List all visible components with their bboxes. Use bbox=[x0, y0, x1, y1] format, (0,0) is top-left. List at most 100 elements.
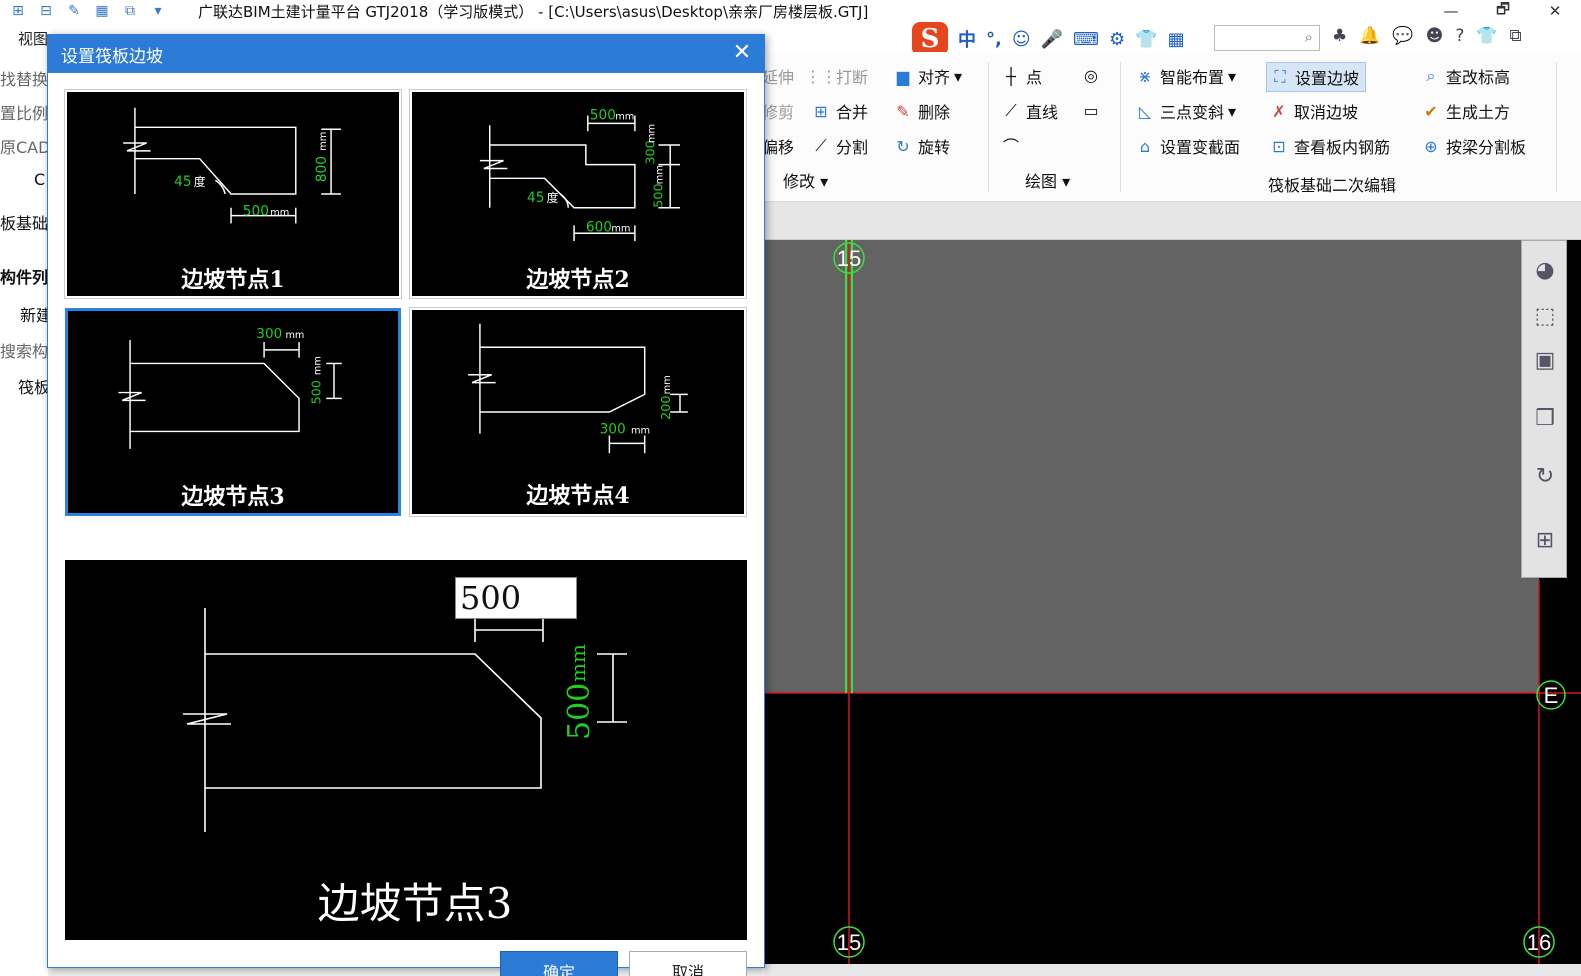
axis-label-15-bottom: 15 bbox=[837, 930, 861, 955]
ime-skin-icon[interactable]: 👕 bbox=[1135, 29, 1157, 50]
left-item-cad[interactable]: 原CAD bbox=[0, 134, 48, 158]
drawing-canvas[interactable]: 15 15 16 E bbox=[765, 240, 1581, 964]
three-point-slope-button[interactable]: ◺ 三点变斜 ▾ bbox=[1134, 99, 1236, 123]
group-label-modify[interactable]: 修改 ▾ bbox=[783, 168, 828, 192]
dialog-close-button[interactable]: ✕ bbox=[730, 42, 754, 64]
left-item-find-replace[interactable]: 找替换 bbox=[0, 66, 48, 90]
raft-slab-region[interactable] bbox=[765, 240, 1539, 693]
slope-node-3-option[interactable]: 300 mm 500 mm 边坡节点3 bbox=[65, 308, 401, 516]
left-item-c[interactable]: C bbox=[34, 170, 48, 189]
top-view-icon[interactable]: ▣ bbox=[1528, 345, 1562, 375]
set-section-button[interactable]: ⌂ 设置变截面 bbox=[1134, 134, 1240, 158]
group-label-draw[interactable]: 绘图 ▾ bbox=[1025, 168, 1070, 192]
circle-button[interactable]: ◎ bbox=[1080, 64, 1102, 86]
window-mode-icon[interactable]: ⧉ bbox=[1510, 26, 1522, 46]
left-tab-raft-foundation[interactable]: 板基础 bbox=[0, 210, 48, 234]
sogou-logo-icon[interactable]: S bbox=[912, 22, 948, 56]
status-bar bbox=[765, 964, 1581, 976]
layer-view-icon[interactable]: ⊞ bbox=[1528, 525, 1562, 555]
left-panel-component-list: 构件列 bbox=[0, 268, 48, 287]
box-view-icon[interactable]: ❒ bbox=[1528, 403, 1562, 433]
merge-button[interactable]: ⊞ 合并 bbox=[810, 99, 868, 123]
ribbon-separator bbox=[988, 62, 989, 192]
align-button[interactable]: ▆ 对齐 ▾ bbox=[892, 64, 962, 88]
svg-text:度: 度 bbox=[547, 191, 559, 205]
dropdown-icon: ▾ bbox=[954, 66, 963, 86]
left-search-input[interactable]: 搜索构 bbox=[0, 338, 48, 362]
slope-node-2-option[interactable]: 500 mm 300 mm 500 mm 600 mm 45 度 边坡节点2 bbox=[409, 89, 747, 299]
left-new-button[interactable]: 新建 bbox=[20, 302, 48, 326]
canvas-tab-strip bbox=[765, 202, 1581, 240]
delete-button[interactable]: ✎ 删除 bbox=[892, 99, 950, 123]
close-window-button[interactable]: ✕ bbox=[1529, 0, 1581, 22]
ribbon-separator bbox=[1556, 62, 1557, 192]
3d-view-icon[interactable]: ⬚ bbox=[1528, 301, 1562, 331]
tree-item-raft[interactable]: 筏板 bbox=[18, 374, 48, 398]
line-button[interactable]: ⟋ 直线 bbox=[1000, 99, 1058, 123]
view-rebar-button[interactable]: ⊡ 查看板内钢筋 bbox=[1268, 134, 1390, 158]
slope-value-input[interactable] bbox=[455, 577, 577, 619]
left-item-set-scale[interactable]: 置比例 bbox=[0, 100, 48, 124]
rotate-view-icon[interactable]: ↻ bbox=[1528, 461, 1562, 491]
quick-access-icon[interactable]: ▦ bbox=[92, 2, 112, 20]
ime-menu-icon[interactable]: ▦ bbox=[1168, 29, 1185, 50]
title-bar: ⊞ ⊟ ✎ ▦ ⧉ ▾ 广联达BIM土建计量平台 GTJ2018（学习版模式） … bbox=[0, 0, 1581, 22]
svg-text:度: 度 bbox=[194, 175, 206, 189]
generate-earthwork-icon: ✔ bbox=[1424, 101, 1438, 121]
assistant-icon[interactable]: ☻ bbox=[1426, 26, 1444, 46]
check-elevation-button[interactable]: ⌕ 查改标高 bbox=[1420, 64, 1511, 88]
rotate-button[interactable]: ↻ 旋转 bbox=[892, 134, 950, 158]
quick-access-icon[interactable]: ⊞ bbox=[8, 2, 28, 20]
cancel-button[interactable]: 取消 bbox=[629, 951, 747, 976]
arc-button[interactable]: ⌒ bbox=[1000, 134, 1022, 156]
offset-button[interactable]: 偏移 bbox=[762, 134, 794, 158]
svg-text:200: 200 bbox=[659, 396, 674, 420]
axis-label-15-top: 15 bbox=[837, 246, 861, 271]
search-input[interactable]: ⌕ bbox=[1214, 25, 1320, 51]
generate-earthwork-button[interactable]: ✔ 生成土方 bbox=[1420, 99, 1510, 123]
split-icon: ⟋ bbox=[815, 136, 827, 155]
ime-emoji-icon[interactable]: ☺ bbox=[1012, 29, 1031, 50]
app-logo-icon[interactable]: ♣ bbox=[1332, 26, 1347, 46]
ime-chinese-mode[interactable]: 中 bbox=[958, 26, 976, 52]
slope-node-1-option[interactable]: 45 度 500 mm 800 mm 边坡节点1 bbox=[64, 89, 402, 299]
svg-text:500: 500 bbox=[308, 380, 323, 404]
set-slope-button[interactable]: ⛶ 设置边坡 bbox=[1266, 62, 1367, 92]
ok-button[interactable]: 确定 bbox=[500, 951, 618, 976]
ime-punctuation-icon[interactable]: °, bbox=[986, 29, 1002, 50]
restore-button[interactable]: 🗗 bbox=[1477, 0, 1529, 22]
quick-access-icon[interactable]: ⊟ bbox=[36, 2, 56, 20]
smart-layout-button[interactable]: ⋇ 智能布置 ▾ bbox=[1134, 64, 1236, 88]
set-section-icon: ⌂ bbox=[1139, 136, 1151, 156]
point-button[interactable]: ┼ 点 bbox=[1000, 64, 1042, 88]
svg-text:mm: mm bbox=[654, 165, 665, 184]
merge-icon: ⊞ bbox=[814, 101, 828, 121]
ime-keyboard-icon[interactable]: ⌨ bbox=[1073, 29, 1099, 50]
skin-icon[interactable]: 👕 bbox=[1476, 26, 1497, 46]
ime-voice-icon[interactable]: 🎤 bbox=[1041, 29, 1063, 50]
slope-node-4-option[interactable]: 300 mm 200 mm 边坡节点4 bbox=[409, 307, 747, 517]
ime-tools-icon[interactable]: ⚙ bbox=[1109, 29, 1125, 50]
svg-text:500: 500 bbox=[590, 107, 616, 123]
dynamic-observe-icon[interactable]: ◕ bbox=[1528, 255, 1562, 285]
customize-quick-access-icon[interactable]: ▾ bbox=[148, 2, 168, 20]
break-button[interactable]: ⋮⋮ 打断 bbox=[805, 64, 868, 88]
trim-button[interactable]: 修剪 bbox=[762, 99, 794, 123]
window-title: 广联达BIM土建计量平台 GTJ2018（学习版模式） - [C:\Users\… bbox=[198, 2, 869, 21]
group-label-raft-edit: 筏板基础二次编辑 bbox=[1268, 176, 1397, 195]
quick-access-icon[interactable]: ✎ bbox=[64, 2, 84, 20]
help-icon[interactable]: ? bbox=[1455, 26, 1464, 46]
slope-node-4-label: 边坡节点4 bbox=[526, 483, 630, 509]
arc-icon: ⌒ bbox=[1002, 137, 1019, 156]
svg-text:mm: mm bbox=[647, 124, 658, 143]
rectangle-button[interactable]: ▭ bbox=[1080, 99, 1102, 121]
quick-access-icon[interactable]: ⧉ bbox=[120, 2, 140, 20]
bell-icon[interactable]: 🔔 bbox=[1359, 26, 1380, 46]
menu-view[interactable]: 视图 bbox=[18, 28, 48, 49]
split-button[interactable]: ⟋ 分割 bbox=[810, 134, 868, 158]
minimize-button[interactable]: — bbox=[1425, 0, 1477, 22]
chat-icon[interactable]: 💬 bbox=[1392, 26, 1413, 46]
split-by-beam-button[interactable]: ⊕ 按梁分割板 bbox=[1420, 134, 1526, 158]
extend-button[interactable]: 延伸 bbox=[762, 64, 794, 88]
cancel-slope-button[interactable]: ✗ 取消边坡 bbox=[1268, 99, 1358, 123]
